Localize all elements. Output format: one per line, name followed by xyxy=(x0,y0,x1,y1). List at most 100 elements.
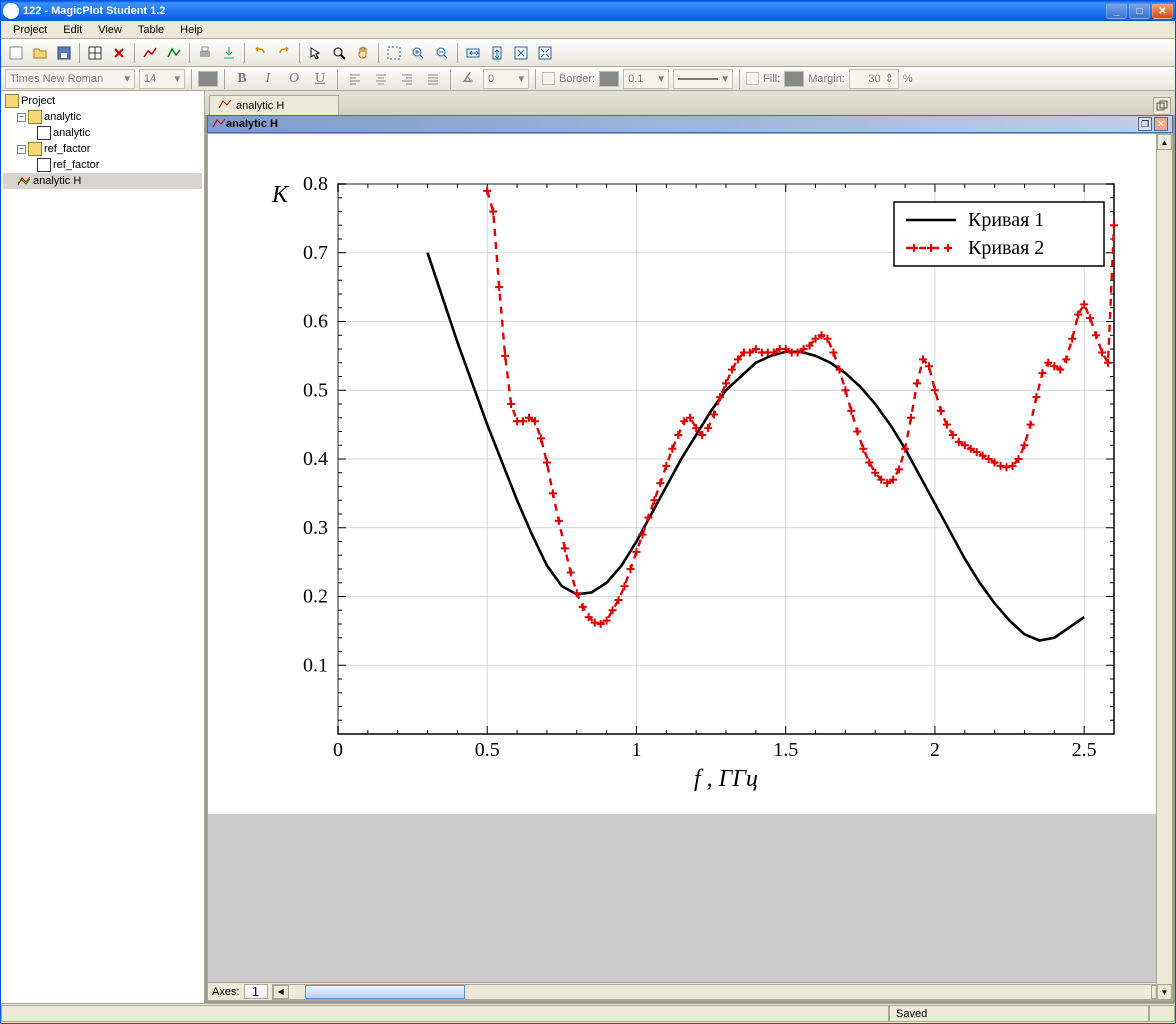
close-subwindow-button[interactable]: ✕ xyxy=(1154,117,1168,131)
plot-area: 00.511.522.50.10.20.30.40.50.60.70.8f , … xyxy=(207,133,1173,1001)
tree-folder-analytic[interactable]: −analytic xyxy=(3,109,202,125)
minimize-button[interactable]: _ xyxy=(1106,3,1127,19)
fill-checkbox[interactable] xyxy=(746,72,759,85)
close-button[interactable]: ✕ xyxy=(1152,3,1173,19)
svg-text:0.4: 0.4 xyxy=(303,448,328,470)
new-table-icon[interactable] xyxy=(84,42,106,64)
svg-text:0: 0 xyxy=(333,739,343,761)
tab-analytic-h[interactable]: analytic H xyxy=(209,95,339,115)
bold-button[interactable]: B xyxy=(231,69,253,89)
maximize-button[interactable]: □ xyxy=(1129,3,1150,19)
axes-label: Axes: xyxy=(212,986,240,998)
chart-icon xyxy=(212,117,226,132)
border-color-icon[interactable] xyxy=(599,71,619,87)
menu-help[interactable]: Help xyxy=(172,24,211,36)
scroll-thumb[interactable] xyxy=(305,985,465,999)
align-justify-icon[interactable] xyxy=(422,69,444,89)
menu-view[interactable]: View xyxy=(90,24,130,36)
svg-text:1.5: 1.5 xyxy=(773,739,798,761)
open-icon[interactable] xyxy=(29,42,51,64)
tree-chart-analytic-h[interactable]: analytic H xyxy=(3,173,202,189)
underline-button[interactable]: U xyxy=(309,69,331,89)
subwindow-title: analytic H xyxy=(226,118,1136,130)
menu-edit[interactable]: Edit xyxy=(55,24,90,36)
zoom-in-icon[interactable] xyxy=(407,42,429,64)
delete-icon[interactable] xyxy=(108,42,130,64)
angle-icon[interactable]: ∡ xyxy=(457,69,479,89)
export-icon[interactable] xyxy=(218,42,240,64)
fill-color-icon[interactable] xyxy=(784,71,804,87)
pointer-icon[interactable] xyxy=(304,42,326,64)
o-button[interactable]: O xyxy=(283,69,305,89)
scroll-left-icon[interactable]: ◀ xyxy=(273,985,289,999)
axes-bar: Axes: ◀ ▶ xyxy=(208,982,1172,1000)
svg-text:0.5: 0.5 xyxy=(475,739,500,761)
undo-icon[interactable] xyxy=(249,42,271,64)
horizontal-scrollbar[interactable]: ◀ ▶ xyxy=(272,984,1168,1000)
rotation-select[interactable]: 0 ▾ xyxy=(483,69,529,89)
zoom-icon[interactable] xyxy=(328,42,350,64)
tree-table-ref-factor[interactable]: ref_factor xyxy=(3,157,202,173)
status-bar: Saved xyxy=(1,1003,1175,1023)
align-right-icon[interactable] xyxy=(396,69,418,89)
status-cell-saved: Saved xyxy=(889,1005,1149,1022)
svg-text:f , ГГц: f , ГГц xyxy=(694,766,758,792)
app-icon xyxy=(3,3,19,19)
svg-text:0.5: 0.5 xyxy=(303,379,328,401)
restore-button[interactable]: ❐ xyxy=(1138,117,1152,131)
svg-text:0.1: 0.1 xyxy=(303,654,328,676)
fill-label: Fill: xyxy=(763,73,780,85)
font-select[interactable]: Times New Roman ▾ xyxy=(5,69,135,89)
scroll-up-icon[interactable]: ▲ xyxy=(1157,134,1172,150)
save-icon[interactable] xyxy=(53,42,75,64)
vertical-scrollbar[interactable]: ▲ ▼ xyxy=(1156,134,1172,1000)
menu-bar: Project Edit View Table Help xyxy=(1,21,1175,39)
font-size-select[interactable]: 14 ▾ xyxy=(139,69,185,89)
tree-folder-ref-factor[interactable]: −ref_factor xyxy=(3,141,202,157)
scale-both-icon[interactable] xyxy=(510,42,532,64)
menu-table[interactable]: Table xyxy=(130,24,172,36)
menu-project[interactable]: Project xyxy=(5,24,55,36)
border-style-select[interactable]: ▾ xyxy=(673,69,733,89)
align-left-icon[interactable] xyxy=(344,69,366,89)
fit-icon[interactable] xyxy=(163,42,185,64)
svg-text:Кривая 1: Кривая 1 xyxy=(968,209,1044,231)
copy-window-icon[interactable] xyxy=(1153,97,1171,115)
window-title: 122 - MagicPlot Student 1.2 xyxy=(23,5,1104,17)
svg-text:2.5: 2.5 xyxy=(1072,739,1097,761)
scale-y-icon[interactable] xyxy=(486,42,508,64)
status-cell-main xyxy=(1,1005,889,1022)
print-icon[interactable] xyxy=(194,42,216,64)
new-project-icon[interactable] xyxy=(5,42,27,64)
title-bar: 122 - MagicPlot Student 1.2 _ □ ✕ xyxy=(1,1,1175,21)
margin-input[interactable]: 30 ⇕ xyxy=(849,69,899,89)
border-label: Border: xyxy=(559,73,595,85)
plot-canvas[interactable]: 00.511.522.50.10.20.30.40.50.60.70.8f , … xyxy=(208,134,1172,814)
border-width-select[interactable]: 0.1 ▾ xyxy=(623,69,669,89)
border-checkbox[interactable] xyxy=(542,72,555,85)
svg-text:0.6: 0.6 xyxy=(303,311,328,333)
axes-input[interactable] xyxy=(244,984,268,999)
zoom-rect-icon[interactable] xyxy=(383,42,405,64)
text-color-icon[interactable] xyxy=(198,71,218,87)
scale-x-icon[interactable] xyxy=(462,42,484,64)
plot-icon[interactable] xyxy=(139,42,161,64)
svg-text:0.3: 0.3 xyxy=(303,517,328,539)
fit-view-icon[interactable] xyxy=(534,42,556,64)
svg-text:0.2: 0.2 xyxy=(303,586,328,608)
svg-text:K: K xyxy=(271,182,290,208)
subwindow-title-bar: analytic H ❐ ✕ xyxy=(207,115,1173,133)
scroll-down-icon[interactable]: ▼ xyxy=(1157,984,1172,1000)
svg-text:2: 2 xyxy=(930,739,940,761)
margin-label: Margin: xyxy=(808,73,845,85)
italic-button[interactable]: I xyxy=(257,69,279,89)
zoom-out-icon[interactable] xyxy=(431,42,453,64)
hand-icon[interactable] xyxy=(352,42,374,64)
align-center-icon[interactable] xyxy=(370,69,392,89)
margin-unit: % xyxy=(903,73,913,85)
redo-icon[interactable] xyxy=(273,42,295,64)
svg-text:Кривая 2: Кривая 2 xyxy=(968,237,1044,259)
tree-table-analytic[interactable]: analytic xyxy=(3,125,202,141)
tree-root[interactable]: Project xyxy=(3,93,202,109)
project-tree: Project −analytic analytic −ref_factor r… xyxy=(1,91,205,1003)
